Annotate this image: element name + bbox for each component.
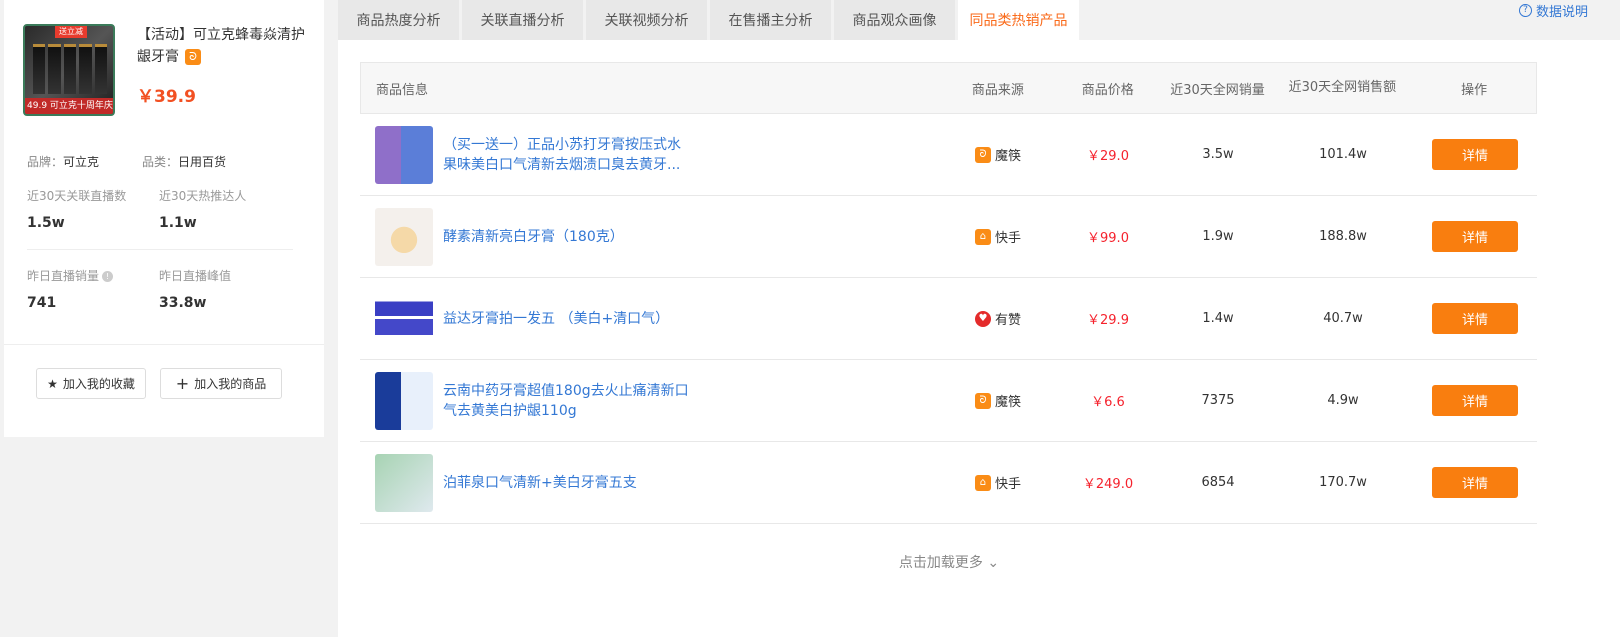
- table-row: 泊菲泉口气清新+美白牙膏五支 ⌂ 快手 ￥249.0 6854 170.7w 详情: [360, 442, 1537, 524]
- product-header: 送立减 49.9 可立克十周年庆 【活动】可立克蜂毒焱清护龈牙膏 ᘐ ￥39.9: [19, 24, 319, 124]
- product-name-link[interactable]: 泊菲泉口气清新+美白牙膏五支: [443, 473, 693, 493]
- tab-audience[interactable]: 商品观众画像: [834, 0, 955, 40]
- divider: [27, 249, 293, 250]
- price: ￥99.0: [1087, 231, 1129, 246]
- product-card: 送立减 49.9 可立克十周年庆 【活动】可立克蜂毒焱清护龈牙膏 ᘐ ￥39.9 …: [4, 0, 324, 437]
- sales: 7375: [1201, 393, 1235, 408]
- stat-value: 1.5w: [27, 215, 65, 231]
- analysis-tabs: 商品热度分析 关联直播分析 关联视频分析 在售播主分析 商品观众画像 同品类热销…: [338, 0, 1082, 40]
- table-row: 益达牙膏拍一发五 （美白+清口气） ♥ 有赞 ￥29.9 1.4w 40.7w 详…: [360, 278, 1537, 360]
- sales: 3.5w: [1202, 147, 1234, 162]
- sales: 1.9w: [1202, 229, 1234, 244]
- kuaishou-icon: ⌂: [974, 228, 991, 245]
- col-header: 近30天全网销量: [1170, 82, 1265, 98]
- product-thumbnail[interactable]: [375, 453, 433, 512]
- detail-button[interactable]: 详情: [1432, 467, 1518, 498]
- amount: 4.9w: [1327, 393, 1359, 408]
- question-icon: ?: [1519, 4, 1532, 17]
- main-panel: 商品信息 商品来源 商品价格 近30天全网销量 近30天全网销售额 操作 （买一…: [338, 40, 1620, 637]
- source: ⌂ 快手: [974, 473, 1021, 492]
- product-name-link[interactable]: （买一送一）正品小苏打牙膏按压式水果味美白口气清新去烟渍口臭去黄牙...: [443, 135, 693, 175]
- tab-same-category[interactable]: 同品类热销产品: [958, 0, 1079, 40]
- amount: 170.7w: [1319, 475, 1367, 490]
- product-thumbnail[interactable]: [375, 207, 433, 266]
- col-header: 商品价格: [1081, 82, 1134, 98]
- detail-button[interactable]: 详情: [1432, 303, 1518, 334]
- source: ᘐ 魔筷: [974, 145, 1021, 164]
- mofang-icon: ᘐ: [974, 146, 991, 163]
- table-row: 云南中药牙膏超值180g去火止痛清新口气去黄美白护龈110g ᘐ 魔筷 ￥6.6 …: [360, 360, 1537, 442]
- amount: 101.4w: [1319, 147, 1367, 162]
- product-title[interactable]: 【活动】可立克蜂毒焱清护龈牙膏 ᘐ: [137, 24, 317, 68]
- product-name-link[interactable]: 云南中药牙膏超值180g去火止痛清新口气去黄美白护龈110g: [443, 381, 693, 421]
- add-favorite-button[interactable]: ★ 加入我的收藏: [36, 368, 146, 399]
- table-header: 商品信息 商品来源 商品价格 近30天全网销量 近30天全网销售额 操作: [360, 62, 1537, 114]
- stat-label: 昨日直播销量!: [27, 267, 114, 284]
- col-header: 操作: [1461, 82, 1488, 98]
- price: ￥6.6: [1091, 395, 1125, 410]
- product-thumbnail[interactable]: [375, 289, 433, 348]
- kuaishou-icon: ⌂: [974, 474, 991, 491]
- tab-live[interactable]: 关联直播分析: [462, 0, 583, 40]
- col-header: 商品信息: [376, 82, 429, 98]
- stat-value: 33.8w: [159, 295, 207, 311]
- product-thumbnail[interactable]: [375, 125, 433, 184]
- stat-value: 1.1w: [159, 215, 197, 231]
- data-explanation-link[interactable]: ? 数据说明: [1519, 1, 1588, 20]
- source: ᘐ 魔筷: [974, 391, 1021, 410]
- price: ￥249.0: [1082, 477, 1134, 492]
- table-row: 酵素清新亮白牙膏（180克） ⌂ 快手 ￥99.0 1.9w 188.8w 详情: [360, 196, 1537, 278]
- product-image-tag: 送立减: [55, 26, 87, 38]
- amount: 40.7w: [1323, 311, 1363, 326]
- price: ￥29.0: [1087, 149, 1129, 164]
- tab-video[interactable]: 关联视频分析: [586, 0, 707, 40]
- add-product-button[interactable]: + 加入我的商品: [160, 368, 282, 399]
- amount: 188.8w: [1319, 229, 1367, 244]
- brand-info: 品牌：可立克: [27, 155, 100, 169]
- product-image-ribbon: 49.9 可立克十周年庆: [25, 98, 113, 114]
- sales: 6854: [1201, 475, 1235, 490]
- plus-icon: +: [175, 374, 190, 393]
- product-name-link[interactable]: 酵素清新亮白牙膏（180克）: [443, 227, 693, 247]
- stat-label: 昨日直播峰值: [159, 269, 232, 283]
- product-thumbnail[interactable]: [375, 371, 433, 430]
- info-icon[interactable]: !: [102, 271, 114, 282]
- stat-value: 741: [27, 295, 57, 311]
- detail-button[interactable]: 详情: [1432, 221, 1518, 252]
- tab-heat[interactable]: 商品热度分析: [338, 0, 459, 40]
- youzan-icon: ♥: [974, 310, 991, 327]
- source: ♥ 有赞: [974, 309, 1021, 328]
- chevron-down-icon: ⌄: [982, 555, 1000, 571]
- divider: [4, 344, 324, 345]
- mofang-icon: ᘐ: [185, 49, 201, 65]
- product-table: 商品信息 商品来源 商品价格 近30天全网销量 近30天全网销售额 操作 （买一…: [360, 62, 1537, 524]
- table-row: （买一送一）正品小苏打牙膏按压式水果味美白口气清新去烟渍口臭去黄牙... ᘐ 魔筷…: [360, 114, 1537, 196]
- product-name-link[interactable]: 益达牙膏拍一发五 （美白+清口气）: [443, 309, 693, 329]
- star-icon: ★: [47, 376, 58, 391]
- detail-button[interactable]: 详情: [1432, 385, 1518, 416]
- load-more-button[interactable]: 点击加载更多 ⌄: [338, 552, 1560, 572]
- col-header: 近30天全网销售额: [1288, 80, 1397, 95]
- stat-label: 近30天热推达人: [159, 189, 247, 203]
- price: ￥29.9: [1087, 313, 1129, 328]
- tab-streamers[interactable]: 在售播主分析: [710, 0, 831, 40]
- col-header: 商品来源: [971, 82, 1024, 98]
- product-image[interactable]: 送立减 49.9 可立克十周年庆: [23, 24, 115, 116]
- source: ⌂ 快手: [974, 227, 1021, 246]
- stat-label: 近30天关联直播数: [27, 189, 127, 203]
- mofang-icon: ᘐ: [974, 392, 991, 409]
- sales: 1.4w: [1202, 311, 1234, 326]
- detail-button[interactable]: 详情: [1432, 139, 1518, 170]
- category-info: 品类：日用百货: [142, 155, 227, 169]
- product-price: ￥39.9: [137, 87, 196, 107]
